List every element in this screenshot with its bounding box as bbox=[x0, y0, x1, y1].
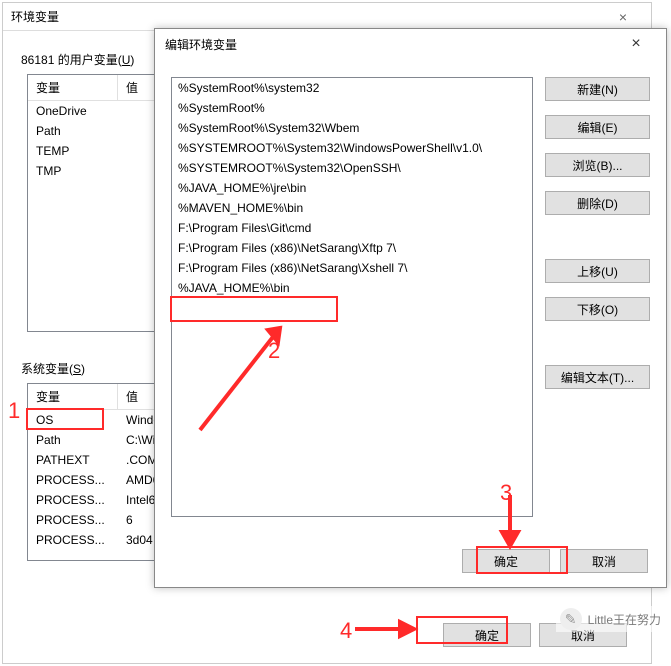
edit-title: 编辑环境变量 bbox=[165, 36, 616, 53]
watermark-text: Little王在努力 bbox=[588, 611, 661, 628]
browse-button[interactable]: 浏览(B)... bbox=[545, 153, 650, 177]
path-list[interactable]: %SystemRoot%\system32 %SystemRoot% %Syst… bbox=[171, 77, 533, 517]
edit-ok-button[interactable]: 确定 bbox=[462, 549, 550, 573]
list-item[interactable]: F:\Program Files (x86)\NetSarang\Xftp 7\ bbox=[172, 238, 532, 258]
close-icon[interactable]: × bbox=[616, 35, 656, 53]
edittext-button[interactable]: 编辑文本(T)... bbox=[545, 365, 650, 389]
list-item[interactable]: %SYSTEMROOT%\System32\OpenSSH\ bbox=[172, 158, 532, 178]
edit-titlebar: 编辑环境变量 × bbox=[155, 29, 666, 59]
edit-button[interactable]: 编辑(E) bbox=[545, 115, 650, 139]
parent-titlebar: 环境变量 × bbox=[3, 3, 651, 31]
movedown-button[interactable]: 下移(O) bbox=[545, 297, 650, 321]
list-item[interactable]: %SystemRoot%\system32 bbox=[172, 78, 532, 98]
list-item[interactable]: %SYSTEMROOT%\System32\WindowsPowerShell\… bbox=[172, 138, 532, 158]
edit-cancel-button[interactable]: 取消 bbox=[560, 549, 648, 573]
edit-okcancel-row: 确定 取消 bbox=[462, 549, 648, 573]
delete-button[interactable]: 删除(D) bbox=[545, 191, 650, 215]
edit-env-var-dialog: 编辑环境变量 × %SystemRoot%\system32 %SystemRo… bbox=[154, 28, 667, 588]
watermark: ✎ Little王在努力 bbox=[556, 606, 665, 632]
new-button[interactable]: 新建(N) bbox=[545, 77, 650, 101]
close-icon[interactable]: × bbox=[603, 9, 643, 25]
list-item[interactable]: %MAVEN_HOME%\bin bbox=[172, 198, 532, 218]
moveup-button[interactable]: 上移(U) bbox=[545, 259, 650, 283]
edit-btn-column: 新建(N) 编辑(E) 浏览(B)... 删除(D) 上移(U) 下移(O) 编… bbox=[545, 77, 650, 517]
list-item[interactable]: %SystemRoot% bbox=[172, 98, 532, 118]
list-item[interactable]: %JAVA_HOME%\jre\bin bbox=[172, 178, 532, 198]
list-item[interactable]: F:\Program Files (x86)\NetSarang\Xshell … bbox=[172, 258, 532, 278]
parent-title: 环境变量 bbox=[11, 8, 603, 25]
list-item[interactable]: F:\Program Files\Git\cmd bbox=[172, 218, 532, 238]
pencil-icon: ✎ bbox=[560, 608, 582, 630]
list-item[interactable]: %JAVA_HOME%\bin bbox=[172, 278, 532, 298]
parent-ok-button[interactable]: 确定 bbox=[443, 623, 531, 647]
list-item[interactable]: %SystemRoot%\System32\Wbem bbox=[172, 118, 532, 138]
